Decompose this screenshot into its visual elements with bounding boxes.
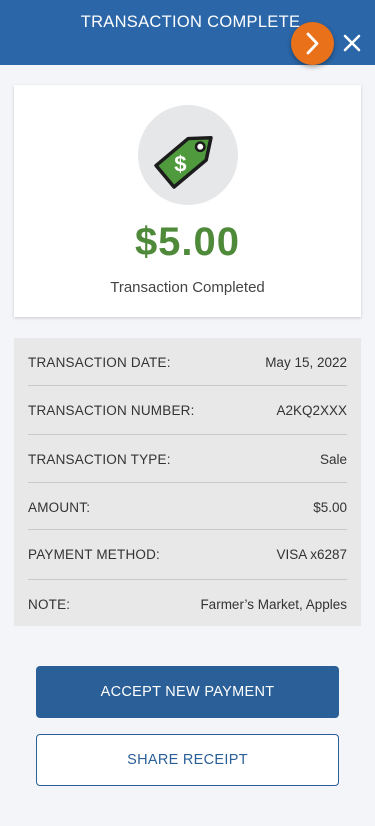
detail-value: Farmer’s Market, Apples <box>200 596 347 612</box>
detail-row-type: TRANSACTION TYPE: Sale <box>28 435 347 483</box>
price-tag-icon: $ <box>154 135 213 189</box>
detail-row-note: NOTE: Farmer’s Market, Apples <box>28 580 347 628</box>
detail-label: TRANSACTION TYPE: <box>28 451 171 467</box>
price-tag-badge: $ <box>138 105 238 205</box>
detail-label: TRANSACTION NUMBER: <box>28 402 195 418</box>
transaction-status: Transaction Completed <box>110 279 265 296</box>
transaction-details: TRANSACTION DATE: May 15, 2022 TRANSACTI… <box>14 338 361 626</box>
detail-value: VISA x6287 <box>276 546 347 562</box>
detail-label: TRANSACTION DATE: <box>28 354 171 370</box>
transaction-summary-card: $ $5.00 Transaction Completed <box>14 85 361 317</box>
detail-value: A2KQ2XXX <box>276 402 347 418</box>
close-button[interactable] <box>341 32 363 54</box>
chevron-right-icon <box>306 32 319 55</box>
detail-label: PAYMENT METHOD: <box>28 546 161 562</box>
svg-text:$: $ <box>174 151 186 176</box>
detail-value: May 15, 2022 <box>265 354 347 370</box>
share-receipt-button[interactable]: SHARE RECEIPT <box>36 734 339 786</box>
accept-new-payment-button[interactable]: ACCEPT NEW PAYMENT <box>36 666 339 718</box>
transaction-amount: $5.00 <box>134 220 241 264</box>
detail-value: $5.00 <box>313 499 347 515</box>
detail-row-amount: AMOUNT: $5.00 <box>28 483 347 531</box>
detail-label: NOTE: <box>28 596 71 612</box>
detail-row-number: TRANSACTION NUMBER: A2KQ2XXX <box>28 386 347 434</box>
detail-label: AMOUNT: <box>28 499 91 515</box>
next-button[interactable] <box>291 22 334 65</box>
detail-value: Sale <box>319 451 347 467</box>
close-icon <box>343 34 361 52</box>
detail-row-date: TRANSACTION DATE: May 15, 2022 <box>28 338 347 386</box>
detail-row-payment-method: PAYMENT METHOD: VISA x6287 <box>28 530 347 578</box>
